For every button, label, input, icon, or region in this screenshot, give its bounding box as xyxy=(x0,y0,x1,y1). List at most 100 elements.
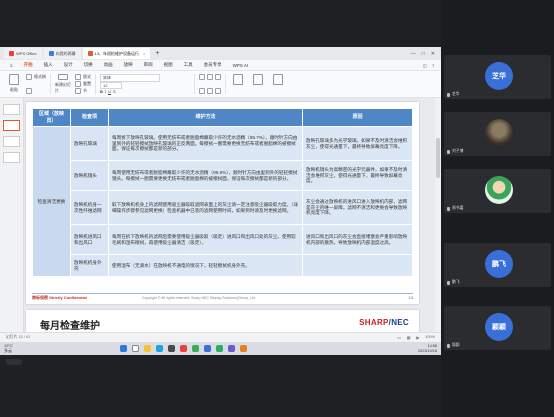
file-tab-doc[interactable]: 向我的两幕 xyxy=(43,48,81,59)
participant-tile[interactable]: 颖颖 颖颖 xyxy=(444,306,551,350)
tab-home[interactable]: 开始 xyxy=(24,62,33,68)
slide-page-number: 13 xyxy=(408,295,413,300)
maximize-icon[interactable]: □ xyxy=(422,51,425,57)
slide-thumbnail[interactable] xyxy=(3,136,20,147)
tab-design[interactable]: 设计 xyxy=(64,62,73,68)
participant-tile[interactable]: 鹏飞 鹏飞 xyxy=(444,243,551,287)
font-select[interactable]: 宋体 xyxy=(100,74,160,82)
section-button[interactable]: 节 xyxy=(75,88,91,94)
tab-view[interactable]: 视图 xyxy=(164,62,173,68)
font-style-buttons[interactable]: B I U S xyxy=(100,89,190,94)
font-size-select[interactable]: 12 xyxy=(100,82,122,89)
slide-thumbnail[interactable] xyxy=(3,104,20,115)
current-slide[interactable]: 区域（放映员） 检查项 维护方法 原因 检查清洁更换 放映孔玻璃 每周拆下放映孔… xyxy=(26,102,419,304)
logo-sharp: SHARP xyxy=(359,318,389,327)
app-icon[interactable] xyxy=(228,345,235,352)
tab-review[interactable]: 审阅 xyxy=(144,62,153,68)
system-clock[interactable]: 14:58 2023/10/16 xyxy=(418,344,437,352)
tab-wps-ai[interactable]: WPS AI xyxy=(233,63,249,68)
header-method: 维护方法 xyxy=(108,108,303,127)
align-buttons[interactable] xyxy=(199,88,221,94)
tab-slideshow[interactable]: 放映 xyxy=(124,62,133,68)
logo-nec: NEC xyxy=(391,318,409,327)
tab-tools[interactable]: 工具 xyxy=(184,62,193,68)
mic-icon xyxy=(447,149,450,154)
participant-tile[interactable]: 刘子博 xyxy=(444,112,551,156)
comment-icon[interactable]: ◫ xyxy=(423,63,427,68)
slide-thumbnail-pane[interactable] xyxy=(0,98,24,332)
status-bar: 幻灯片 13 / 41 ▭ ▦ ▶ 100% xyxy=(0,332,441,342)
new-slide-button[interactable]: 新建幻灯片 xyxy=(55,74,71,94)
section-label: 节 xyxy=(83,88,87,93)
scroll-thumb[interactable] xyxy=(436,138,440,178)
close-icon[interactable]: ✕ xyxy=(431,51,435,57)
tab-transition[interactable]: 切换 xyxy=(84,62,93,68)
sharp-nec-logo: SHARP/NEC xyxy=(359,318,409,327)
paste-label: 粘贴 xyxy=(10,87,18,92)
layout-button[interactable]: 版式 xyxy=(75,74,91,80)
paste-button[interactable]: 粘贴 xyxy=(6,74,22,94)
explorer-icon[interactable] xyxy=(144,345,151,352)
layout-label: 版式 xyxy=(83,74,91,79)
divider xyxy=(194,74,195,94)
header-area: 区域（放映员） xyxy=(32,108,71,127)
participant-name-text: 鹏飞 xyxy=(452,280,460,284)
format-painter-button[interactable]: 格式刷 xyxy=(26,74,46,80)
method-cell: 取下放映机机身上的滤网使用吸尘器吸取滤网表面上的灰尘请一定注意吸尘器吸取力度。（… xyxy=(108,190,303,225)
close-tab-icon[interactable]: × xyxy=(143,51,145,56)
slide-counter: 幻灯片 13 / 41 xyxy=(6,335,31,339)
tab-animation[interactable]: 动画 xyxy=(104,62,113,68)
new-tab-button[interactable]: + xyxy=(152,48,162,59)
window-controls: — □ ✕ xyxy=(411,51,441,57)
method-cell: 每周拆下放映孔玻璃。使用无纺布或者脱脂棉蘸取少许的无水酒精（99.7%），顺时针… xyxy=(108,126,303,161)
brush-icon xyxy=(26,74,32,80)
bold-icon[interactable]: B xyxy=(100,89,103,94)
participant-tile[interactable]: 周书嘉 xyxy=(444,169,551,213)
store-icon[interactable] xyxy=(168,345,175,352)
table-row: 放映机进风口和出风口 每周在拆下放映机的滤网后需要使用吸尘器吸取（吸走）进风口和… xyxy=(33,224,413,255)
new-slide-icon xyxy=(58,74,68,80)
share-icon[interactable]: ⇪ xyxy=(432,63,435,68)
wechat-icon[interactable] xyxy=(216,345,223,352)
menu-icon[interactable]: ≡ xyxy=(10,63,13,68)
weather-text: 多云 xyxy=(4,347,12,353)
meeting-app-icon[interactable] xyxy=(204,345,211,352)
chrome-icon[interactable] xyxy=(192,345,199,352)
table-row: 放映机机身外壳 使用湿布（无滴水）在放映机不通电的情况下，轻轻擦拭机身外壳。 xyxy=(33,254,413,277)
format-painter-label: 格式刷 xyxy=(34,74,46,79)
edge-icon[interactable] xyxy=(156,345,163,352)
find-button[interactable] xyxy=(270,74,286,94)
search-icon[interactable] xyxy=(132,345,139,352)
arrange-button[interactable] xyxy=(250,74,266,94)
strike-icon[interactable]: S xyxy=(113,89,116,94)
reset-button[interactable]: 重置 xyxy=(75,81,91,87)
bullets-button[interactable] xyxy=(199,74,221,80)
italic-icon[interactable]: I xyxy=(105,89,106,94)
file-tab-active[interactable]: 13、年巡检维护设备运行 × xyxy=(82,48,151,59)
tab-member[interactable]: 会员专享 xyxy=(204,62,222,68)
file-tab-wps[interactable]: WPS Office xyxy=(4,48,42,59)
slide-thumbnail[interactable] xyxy=(3,152,20,163)
minimize-icon[interactable]: — xyxy=(411,51,416,57)
slide-workspace: 区域（放映员） 检查项 维护方法 原因 检查清洁更换 放映孔玻璃 每周拆下放映孔… xyxy=(0,98,441,342)
app-icon[interactable] xyxy=(240,345,247,352)
shapes-button[interactable] xyxy=(230,74,246,94)
wps-window: WPS Office 向我的两幕 13、年巡检维护设备运行 × + — □ ✕ … xyxy=(0,47,441,342)
view-sorter-icon[interactable]: ▦ xyxy=(407,335,411,340)
wps-app-icon[interactable] xyxy=(180,345,187,352)
tab-insert[interactable]: 插入 xyxy=(44,62,53,68)
underline-icon[interactable]: U xyxy=(108,89,111,94)
play-icon[interactable]: ▶ xyxy=(416,335,419,340)
weather-widget[interactable]: 19°C 多云 xyxy=(4,343,13,353)
avatar: 芝华 xyxy=(485,62,513,90)
start-icon[interactable] xyxy=(120,345,127,352)
zoom-level[interactable]: 100% xyxy=(425,335,435,340)
reason-cell xyxy=(302,254,413,277)
copyright-text: Copyright © All rights reserved. Sharp N… xyxy=(141,295,256,300)
mic-icon xyxy=(447,280,450,285)
cut-button[interactable] xyxy=(26,88,46,94)
participant-tile[interactable]: 芝华 芝华 xyxy=(444,55,551,99)
view-normal-icon[interactable]: ▭ xyxy=(397,335,401,340)
status-right: ▭ ▦ ▶ 100% xyxy=(397,335,435,340)
slide-thumbnail[interactable] xyxy=(3,120,20,131)
